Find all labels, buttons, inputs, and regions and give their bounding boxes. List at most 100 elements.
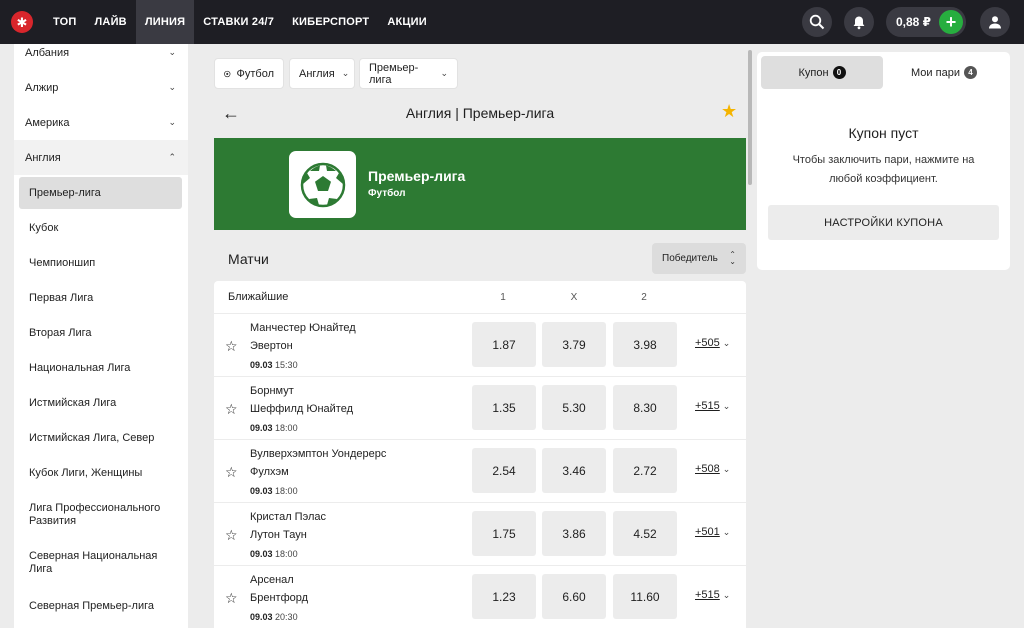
sidebar-country-america[interactable]: Америка ⌄ [14, 105, 188, 140]
odd-home-button[interactable]: 1.23 [472, 574, 536, 619]
nav-live[interactable]: ЛАЙВ [86, 0, 136, 44]
sidebar-country-england[interactable]: Англия ⌃ [14, 140, 188, 175]
chevron-down-icon: ⌄ [168, 82, 176, 92]
match-row[interactable]: ☆ Кристал Пэлас Лутон Таун 09.03 18:00 1… [214, 503, 746, 566]
match-datetime: 09.03 15:30 [250, 360, 298, 370]
sidebar-league-pdl[interactable]: Лига Профессионального Развития [19, 497, 182, 533]
odd-draw-button[interactable]: 3.46 [542, 448, 606, 493]
favorite-star-outline-icon[interactable]: ☆ [225, 464, 238, 481]
sidebar-league-championship[interactable]: Чемпионшип [19, 247, 182, 279]
user-icon [989, 16, 1001, 29]
match-row[interactable]: ☆ Арсенал Брентфорд 09.03 20:30 1.23 6.6… [214, 566, 746, 628]
sidebar-league-cup[interactable]: Кубок [19, 212, 182, 244]
chevron-down-icon: ⌄ [168, 117, 176, 127]
search-button[interactable] [801, 7, 832, 37]
odd-away-button[interactable]: 8.30 [613, 385, 677, 430]
sidebar-league-premier[interactable]: Премьер-лига [19, 177, 182, 209]
sidebar: Албания ⌄ Алжир ⌄ Америка ⌄ Англия ⌃ Пре… [14, 44, 188, 628]
match-row[interactable]: ☆ Манчестер Юнайтед Эвертон 09.03 15:30 … [214, 314, 746, 377]
match-datetime: 09.03 20:30 [250, 612, 298, 622]
balance-widget[interactable]: 0,88 ₽ + [885, 7, 966, 37]
sidebar-country-albania[interactable]: Албания ⌄ [14, 44, 188, 70]
search-icon [809, 14, 825, 30]
odd-draw-button[interactable]: 3.86 [542, 511, 606, 556]
sidebar-league-isthmian[interactable]: Истмийская Лига [19, 387, 182, 419]
favorite-star-outline-icon[interactable]: ☆ [225, 527, 238, 544]
chevron-down-icon: ⌄ [722, 338, 731, 348]
sidebar-league-national[interactable]: Национальная Лига [19, 352, 182, 384]
tab-coupon[interactable]: Купон 0 [761, 56, 883, 89]
favorite-star-outline-icon[interactable]: ☆ [225, 590, 238, 607]
col-home-win: 1 [500, 292, 506, 303]
page-scrollbar[interactable] [748, 50, 752, 185]
deposit-plus-button[interactable]: + [939, 10, 963, 34]
breadcrumb-league-label: Премьер-лига [369, 61, 419, 86]
more-markets-count: +505 [695, 337, 720, 349]
more-markets-count: +508 [695, 463, 720, 475]
banner-sport-name: Футбол [368, 188, 406, 199]
chevron-down-icon: ⌄ [341, 68, 350, 78]
odd-draw-button[interactable]: 5.30 [542, 385, 606, 430]
sidebar-league-first[interactable]: Первая Лига [19, 282, 182, 314]
odd-draw-button[interactable]: 3.79 [542, 322, 606, 367]
market-select[interactable]: Победитель ⌃ ⌄ [652, 243, 746, 274]
odd-home-button[interactable]: 1.75 [472, 511, 536, 556]
breadcrumb-league[interactable]: Премьер-лига ⌄ [359, 58, 458, 89]
more-markets-link[interactable]: +515 ⌄ [695, 589, 730, 601]
sidebar-league-second[interactable]: Вторая Лига [19, 317, 182, 349]
sidebar-country-algeria[interactable]: Алжир ⌄ [14, 70, 188, 105]
sidebar-league-national-north[interactable]: Северная Национальная Лига [19, 545, 182, 581]
nav-top[interactable]: ТОП [44, 0, 86, 44]
favorite-star-icon[interactable]: ★ [721, 101, 737, 122]
sidebar-country-label: Алжир [25, 81, 59, 94]
breadcrumb-sport[interactable]: Футбол [214, 58, 284, 89]
match-row[interactable]: ☆ Борнмут Шеффилд Юнайтед 09.03 18:00 1.… [214, 377, 746, 440]
nav-bets-247[interactable]: СТАВКИ 24/7 [194, 0, 283, 44]
odd-home-button[interactable]: 2.54 [472, 448, 536, 493]
odd-away-button[interactable]: 11.60 [613, 574, 677, 619]
home-team: Борнмут [250, 385, 294, 397]
sidebar-league-womens-cup[interactable]: Кубок Лиги, Женщины [19, 457, 182, 489]
sidebar-league-isthmian-north[interactable]: Истмийская Лига, Север [19, 422, 182, 454]
odd-home-button[interactable]: 1.35 [472, 385, 536, 430]
tab-my-bets[interactable]: Мои пари 4 [883, 56, 1005, 89]
match-time: 18:00 [275, 549, 298, 559]
odd-draw-button[interactable]: 6.60 [542, 574, 606, 619]
more-markets-link[interactable]: +501 ⌄ [695, 526, 730, 538]
brand-logo[interactable]: ✱ [0, 0, 44, 44]
odd-away-button[interactable]: 4.52 [613, 511, 677, 556]
notifications-button[interactable] [843, 7, 874, 37]
home-team: Манчестер Юнайтед [250, 322, 356, 334]
favorite-star-outline-icon[interactable]: ☆ [225, 338, 238, 355]
home-team: Вулверхэмптон Уондерерс [250, 448, 387, 460]
coupon-empty-hint: Чтобы заключить пари, нажмите на любой к… [792, 154, 975, 185]
top-bar: ✱ ТОП ЛАЙВ ЛИНИЯ СТАВКИ 24/7 КИБЕРСПОРТ … [0, 0, 1024, 44]
league-logo [289, 151, 356, 218]
sort-updown-icon: ⌃ ⌄ [729, 250, 736, 266]
more-markets-link[interactable]: +515 ⌄ [695, 400, 730, 412]
more-markets-link[interactable]: +505 ⌄ [695, 337, 730, 349]
favorite-star-outline-icon[interactable]: ☆ [225, 401, 238, 418]
nav-esports[interactable]: КИБЕРСПОРТ [283, 0, 378, 44]
match-date: 09.03 [250, 486, 273, 496]
more-markets-link[interactable]: +508 ⌄ [695, 463, 730, 475]
market-select-value: Победитель [662, 253, 718, 264]
breadcrumb-country[interactable]: Англия ⌄ [289, 58, 355, 89]
more-markets-count: +501 [695, 526, 720, 538]
breadcrumb-country-label: Англия [299, 67, 335, 80]
home-team: Арсенал [250, 574, 294, 586]
matches-table: Ближайшие 1 X 2 ☆ Манчестер Юнайтед Эвер… [214, 281, 746, 628]
nav-line[interactable]: ЛИНИЯ [135, 0, 195, 44]
away-team: Брентфорд [250, 592, 309, 604]
coupon-empty-title: Купон пуст [848, 125, 919, 141]
match-row[interactable]: ☆ Вулверхэмптон Уондерерс Фулхэм 09.03 1… [214, 440, 746, 503]
odd-away-button[interactable]: 2.72 [613, 448, 677, 493]
coupon-settings-button[interactable]: НАСТРОЙКИ КУПОНА [768, 205, 999, 240]
sidebar-league-northern-premier[interactable]: Северная Премьер-лига [19, 590, 182, 622]
chevron-down-icon: ⌄ [722, 401, 731, 411]
profile-button[interactable] [980, 7, 1010, 37]
odd-home-button[interactable]: 1.87 [472, 322, 536, 367]
main-nav: ТОП ЛАЙВ ЛИНИЯ СТАВКИ 24/7 КИБЕРСПОРТ АК… [44, 0, 436, 44]
nav-promotions[interactable]: АКЦИИ [378, 0, 436, 44]
odd-away-button[interactable]: 3.98 [613, 322, 677, 367]
